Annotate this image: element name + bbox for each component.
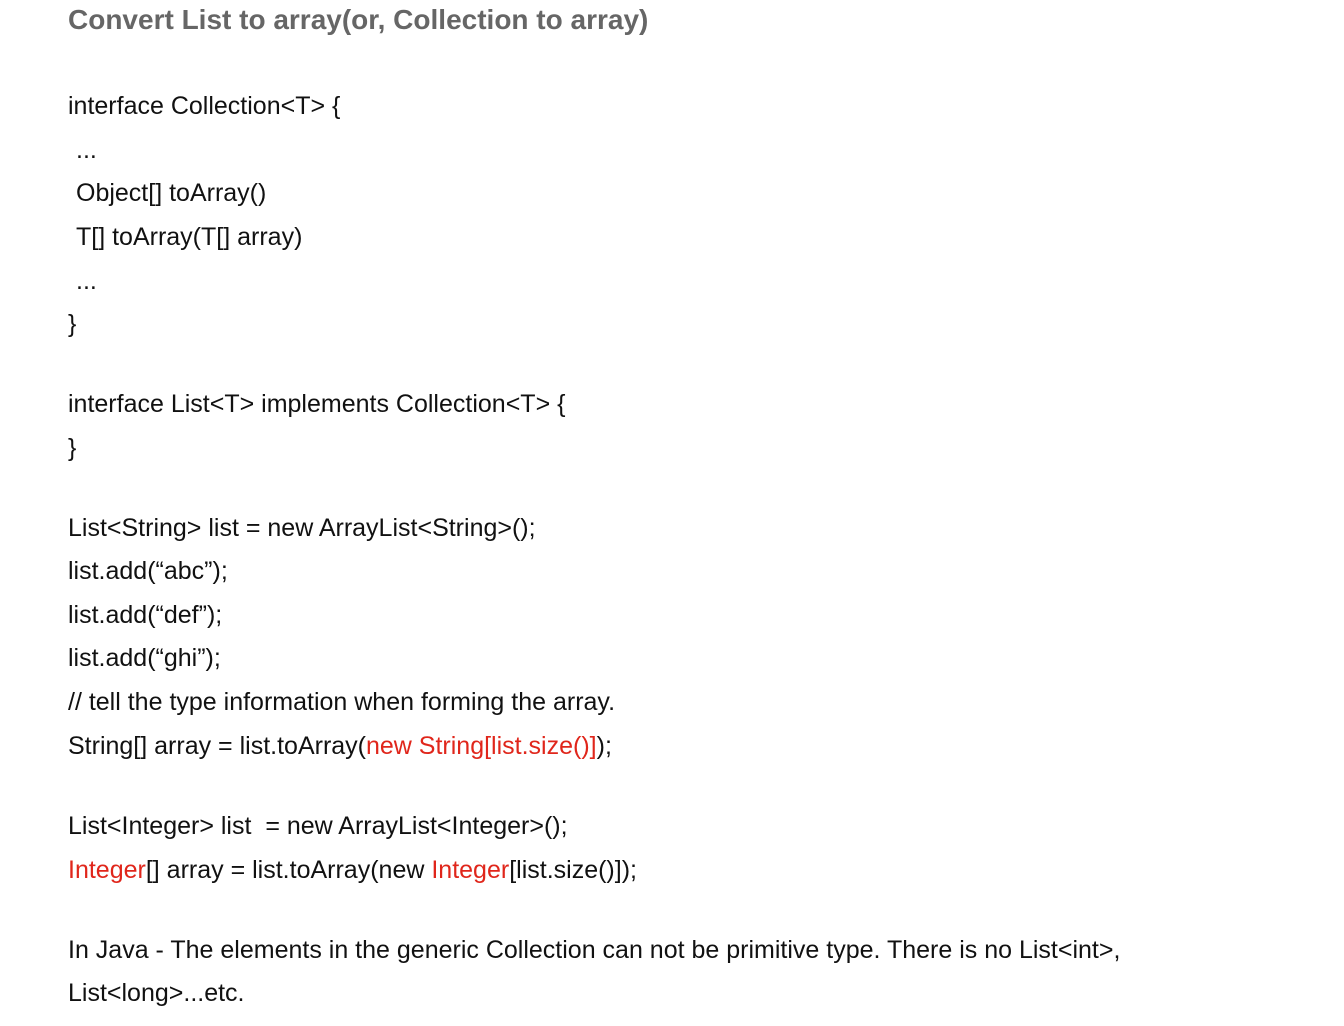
list-add-ghi: list.add(“ghi”);: [68, 644, 221, 672]
integer-list-declaration: List<Integer> list = new ArrayList<Integ…: [68, 812, 568, 840]
note-line-1: In Java - The elements in the generic Co…: [68, 936, 1121, 964]
string-toarray-prefix: String[] array = list.toArray(: [68, 732, 366, 760]
code-comment: // tell the type information when formin…: [68, 688, 616, 716]
integer-type-highlight: Integer: [68, 856, 146, 884]
collection-ellipsis-bottom: ...: [76, 267, 97, 295]
collection-interface-open: interface Collection<T> {: [68, 92, 341, 120]
page-title: Convert List to array(or, Collection to …: [68, 4, 649, 35]
collection-method-toarray: Object[] toArray(): [76, 179, 267, 207]
collection-ellipsis-top: ...: [76, 136, 97, 164]
string-toarray-line: String[] array = list.toArray(new String…: [68, 730, 612, 762]
list-add-def: list.add(“def”);: [68, 601, 223, 629]
list-interface-close: }: [68, 434, 77, 462]
integer-toarray-suffix: [list.size()]);: [509, 856, 637, 884]
string-toarray-highlight: new String[list.size()]: [366, 732, 597, 760]
integer-toarray-line: Integer[] array = list.toArray(new Integ…: [68, 854, 637, 886]
integer-new-type-highlight: Integer: [431, 856, 510, 884]
collection-method-toarray-typed: T[] toArray(T[] array): [76, 223, 303, 251]
collection-interface-close: }: [68, 310, 77, 338]
integer-toarray-middle: [] array = list.toArray(new: [145, 856, 432, 884]
note-line-2: List<long>...etc.: [68, 979, 245, 1007]
string-list-declaration: List<String> list = new ArrayList<String…: [68, 514, 536, 542]
list-interface-open: interface List<T> implements Collection<…: [68, 390, 566, 418]
list-add-abc: list.add(“abc”);: [68, 557, 228, 585]
document-page: Convert List to array(or, Collection to …: [0, 0, 1344, 1026]
string-toarray-suffix: );: [596, 732, 612, 760]
